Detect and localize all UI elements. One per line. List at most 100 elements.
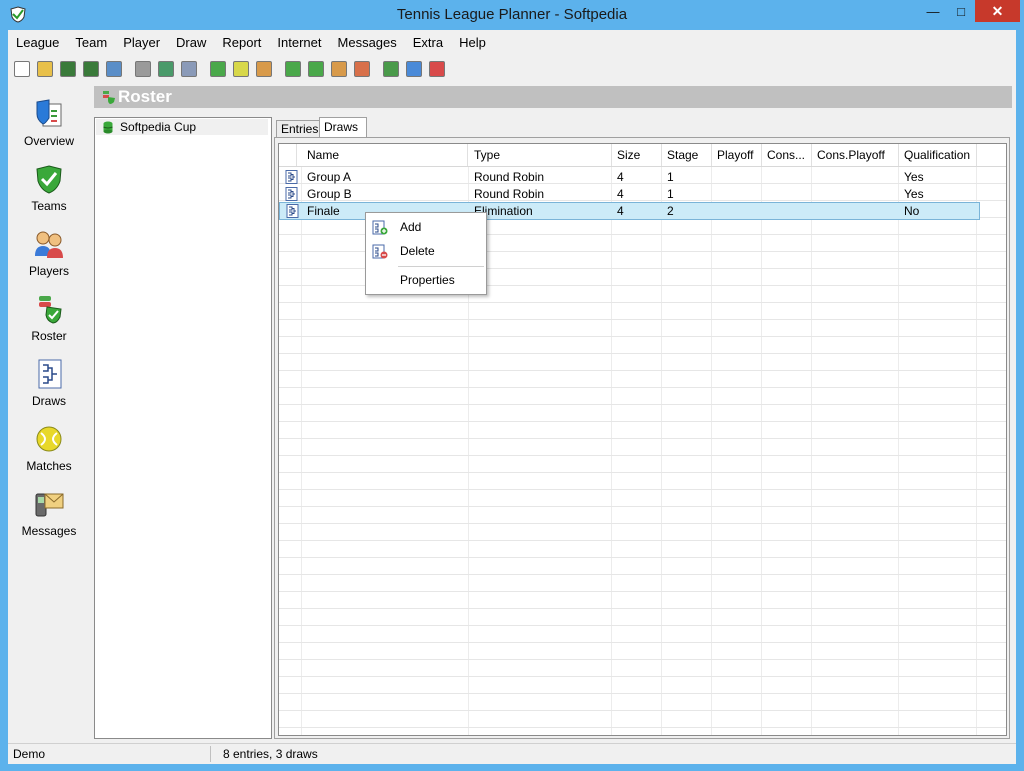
menu-help[interactable]: Help — [451, 33, 494, 53]
save-icon — [60, 61, 76, 77]
tree-item-label: Softpedia Cup — [120, 120, 197, 134]
email-button[interactable] — [179, 59, 199, 79]
maximize-button[interactable]: □ — [946, 0, 976, 22]
menu-player[interactable]: Player — [115, 33, 168, 53]
cell-stage: 1 — [667, 187, 674, 201]
player-edit-icon — [354, 61, 370, 77]
player-add-button[interactable] — [329, 59, 349, 79]
team-add-icon — [285, 61, 301, 77]
team-edit-icon — [308, 61, 324, 77]
add-icon — [372, 220, 388, 235]
nav-teams[interactable]: Teams — [8, 163, 90, 213]
player-add-icon — [331, 61, 347, 77]
roster-button[interactable] — [381, 59, 401, 79]
grid-row-line — [279, 625, 1006, 626]
cell-name: Finale — [307, 204, 340, 218]
col-header-stage[interactable]: Stage — [662, 144, 712, 166]
tree-item-league[interactable]: Softpedia Cup — [96, 119, 268, 135]
status-mode: Demo — [13, 747, 46, 761]
context-menu: Add Delete Properties — [365, 212, 487, 295]
print-icon — [135, 61, 151, 77]
grid-row-line — [279, 591, 1006, 592]
nav-messages[interactable]: Messages — [8, 488, 90, 538]
col-header-qualification[interactable]: Qualification — [899, 144, 977, 166]
status-bar: Demo 8 entries, 3 draws — [8, 743, 1016, 764]
minimize-button[interactable]: — — [918, 0, 948, 22]
col-header-cons[interactable]: Cons... — [762, 144, 812, 166]
menu-extra[interactable]: Extra — [405, 33, 451, 53]
team-add-button[interactable] — [283, 59, 303, 79]
context-menu-properties[interactable]: Properties — [366, 269, 486, 291]
save-all-button[interactable] — [81, 59, 101, 79]
menu-internet[interactable]: Internet — [269, 33, 329, 53]
cell-qualification: No — [904, 204, 920, 218]
table-row[interactable]: Group B Round Robin 4 1 Yes — [279, 186, 978, 202]
team-shield-icon — [210, 61, 226, 77]
grid-row-line — [279, 438, 1006, 439]
ball-button[interactable] — [231, 59, 251, 79]
menu-team[interactable]: Team — [67, 33, 115, 53]
context-menu-delete-label: Delete — [400, 244, 435, 258]
nav-matches[interactable]: Matches — [8, 423, 90, 473]
draw-delete-button[interactable] — [427, 59, 447, 79]
grid-row-line — [279, 523, 1006, 524]
team-shield-button[interactable] — [208, 59, 228, 79]
new-file-button[interactable] — [12, 59, 32, 79]
draw-icon — [285, 187, 298, 201]
table-row[interactable]: Group A Round Robin 4 1 Yes — [279, 169, 978, 185]
menu-report[interactable]: Report — [214, 33, 269, 53]
draw-add-icon — [406, 61, 422, 77]
nav-label-teams: Teams — [31, 199, 67, 213]
tab-entries[interactable]: Entries — [276, 120, 322, 138]
col-header-type[interactable]: Type — [469, 144, 612, 166]
grid-row-line — [279, 710, 1006, 711]
context-menu-add[interactable]: Add — [366, 216, 486, 238]
grid-row-line — [279, 302, 1006, 303]
grid-row-line — [279, 540, 1006, 541]
delete-icon — [372, 244, 388, 259]
title-bar[interactable]: Tennis League Planner - Softpedia — □ ✕ — [0, 0, 1024, 30]
client-area: League Team Player Draw Report Internet … — [8, 30, 1016, 764]
context-menu-delete[interactable]: Delete — [366, 240, 486, 262]
save-button[interactable] — [58, 59, 78, 79]
cell-qualification: Yes — [904, 170, 924, 184]
grid-row-line — [279, 404, 1006, 405]
col-header-cons-playoff[interactable]: Cons.Playoff — [812, 144, 899, 166]
nav-roster[interactable]: Roster — [8, 293, 90, 343]
tennis-ball-icon — [33, 423, 65, 455]
nav-draws[interactable]: Draws — [8, 358, 90, 408]
grid-row-line — [279, 353, 1006, 354]
open-folder-button[interactable] — [35, 59, 55, 79]
properties-button[interactable] — [104, 59, 124, 79]
grid-row-line — [279, 506, 1006, 507]
cell-name: Group B — [307, 187, 352, 201]
nav-label-players: Players — [28, 264, 69, 278]
roster-icon — [33, 293, 65, 325]
cell-type: Round Robin — [474, 187, 545, 201]
context-menu-separator — [398, 266, 484, 267]
web-button[interactable] — [156, 59, 176, 79]
nav-label-draws: Draws — [31, 394, 66, 408]
menu-draw[interactable]: Draw — [168, 33, 214, 53]
team-edit-button[interactable] — [306, 59, 326, 79]
grid-row-line — [279, 421, 1006, 422]
nav-players[interactable]: Players — [8, 228, 90, 278]
close-button[interactable]: ✕ — [975, 0, 1020, 22]
player-button[interactable] — [254, 59, 274, 79]
col-header-size[interactable]: Size — [612, 144, 662, 166]
print-button[interactable] — [133, 59, 153, 79]
col-header-playoff[interactable]: Playoff — [712, 144, 762, 166]
context-menu-add-label: Add — [400, 220, 422, 234]
col-header-name[interactable]: Name — [302, 144, 468, 166]
grid-row-line — [279, 319, 1006, 320]
tab-draws[interactable]: Draws — [319, 117, 367, 139]
menu-messages[interactable]: Messages — [330, 33, 405, 53]
nav-overview[interactable]: Overview — [8, 98, 90, 148]
draw-add-button[interactable] — [404, 59, 424, 79]
player-edit-button[interactable] — [352, 59, 372, 79]
menu-league[interactable]: League — [8, 33, 67, 53]
nav-label-overview: Overview — [23, 134, 74, 148]
grid-row-line — [279, 659, 1006, 660]
properties-icon — [106, 61, 122, 77]
grid-row-line — [279, 370, 1006, 371]
